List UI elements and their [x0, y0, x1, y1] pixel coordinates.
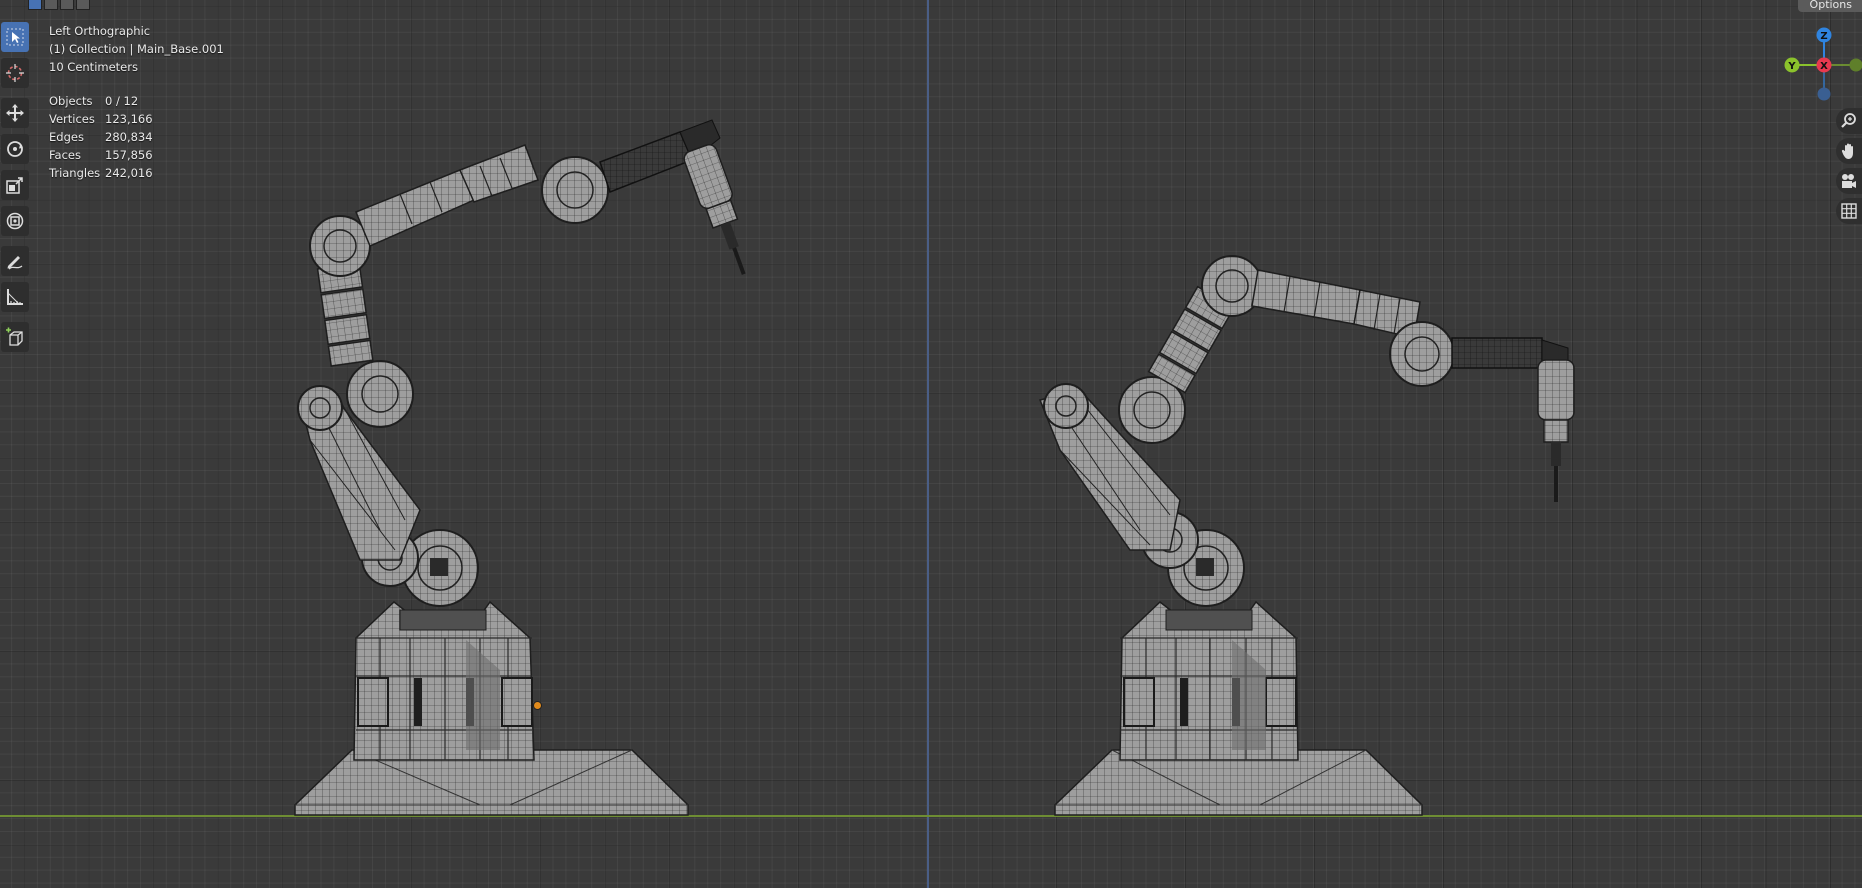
view-name: Left Orthographic: [49, 24, 151, 38]
stat-value: 280,834: [105, 130, 153, 144]
stat-label: Objects: [49, 94, 93, 108]
select-mode-icon[interactable]: [76, 0, 90, 10]
select-mode-icon[interactable]: [60, 0, 74, 10]
rotate-icon[interactable]: [1, 134, 29, 164]
navigation-gizmo[interactable]: Z Y X: [1780, 24, 1862, 106]
robot-arm-model-right[interactable]: [1020, 250, 1620, 820]
select-cursor-icon[interactable]: [1, 22, 29, 52]
annotate-icon[interactable]: [1, 246, 29, 276]
collection-label: (1) Collection | Main_Base.001: [49, 42, 224, 56]
stat-label: Faces: [49, 148, 81, 162]
stat-value: 0 / 12: [105, 94, 139, 108]
stat-value: 123,166: [105, 112, 153, 126]
stat-row: Triangles 242,016: [49, 164, 224, 182]
z-axis-line: [927, 0, 929, 888]
x-axis-label: X: [1820, 61, 1828, 72]
zoom-icon[interactable]: [1836, 108, 1862, 134]
select-box-icon[interactable]: [28, 0, 42, 10]
stat-label: Edges: [49, 130, 84, 144]
stat-value: 157,856: [105, 148, 153, 162]
object-origin-marker: [533, 701, 542, 710]
cursor-3d-icon[interactable]: [1, 58, 29, 88]
select-mode-buttons: [28, 0, 90, 10]
transform-icon[interactable]: [1, 206, 29, 236]
robot-arm-model-left[interactable]: [280, 110, 750, 830]
viewport-info-overlay: Left Orthographic (1) Collection | Main_…: [49, 22, 224, 182]
stat-row: Vertices 123,166: [49, 110, 224, 128]
neg-y-axis-handle[interactable]: [1849, 58, 1862, 72]
measure-icon[interactable]: [1, 282, 29, 312]
grid-view-icon[interactable]: [1836, 198, 1862, 224]
options-button[interactable]: Options: [1797, 0, 1862, 12]
stat-value: 242,016: [105, 166, 153, 180]
stat-row: Faces 157,856: [49, 146, 224, 164]
scene-stats: Objects 0 / 12 Vertices 123,166 Edges 280,8…: [49, 92, 224, 182]
y-axis-label: Y: [1787, 61, 1796, 72]
tool-shelf: [0, 22, 30, 358]
pan-hand-icon[interactable]: [1836, 138, 1862, 164]
stat-label: Vertices: [49, 112, 95, 126]
move-icon[interactable]: [1, 98, 29, 128]
add-cube-icon[interactable]: [1, 322, 29, 352]
select-mode-icon[interactable]: [44, 0, 58, 10]
stat-label: Triangles: [49, 166, 101, 180]
3d-viewport[interactable]: Options Left Orthographic (1) Collection…: [0, 0, 1862, 888]
z-axis-label: Z: [1820, 31, 1827, 42]
grid-scale-label: 10 Centimeters: [49, 60, 138, 74]
camera-icon[interactable]: [1836, 168, 1862, 194]
neg-z-axis-handle[interactable]: [1817, 87, 1831, 101]
stat-row: Edges 280,834: [49, 128, 224, 146]
stat-row: Objects 0 / 12: [49, 92, 224, 110]
scale-icon[interactable]: [1, 170, 29, 200]
viewport-nav-buttons: [1836, 108, 1862, 228]
